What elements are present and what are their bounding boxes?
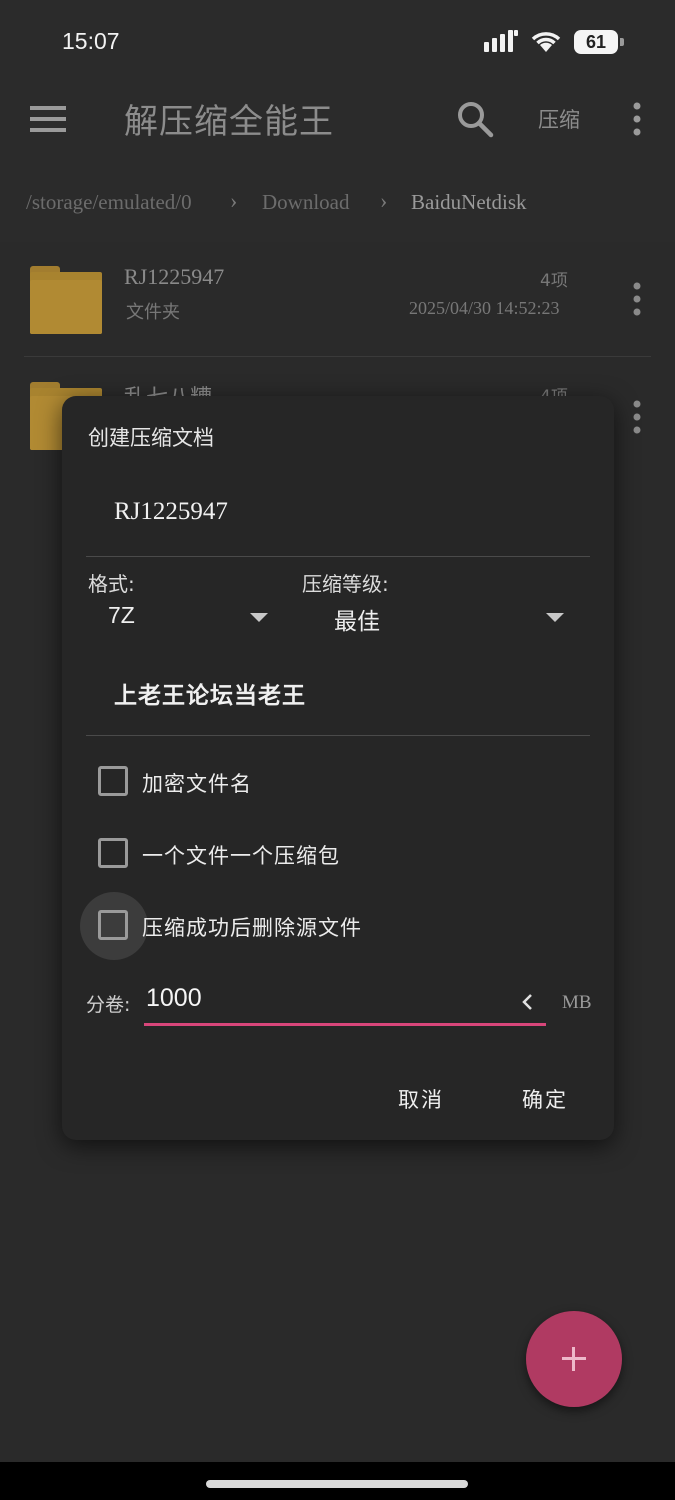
split-label: 分卷: bbox=[86, 994, 131, 1016]
archive-name-input[interactable]: RJ1225947 bbox=[114, 498, 228, 526]
file-date: 2025/04/30 14:52:23 bbox=[409, 298, 560, 318]
breadcrumb-item-current[interactable]: BaiduNetdisk bbox=[411, 190, 527, 215]
folder-icon bbox=[30, 266, 102, 334]
breadcrumb-item-download[interactable]: Download bbox=[262, 190, 350, 215]
dropdown-arrow-icon[interactable] bbox=[546, 613, 564, 622]
file-type: 文件夹 bbox=[126, 302, 180, 323]
toolbar: 解压缩全能王 压缩 bbox=[0, 80, 675, 160]
compress-action-button[interactable]: 压缩 bbox=[538, 104, 580, 134]
format-label: 格式: bbox=[88, 572, 135, 596]
status-time: 15:07 bbox=[62, 28, 120, 54]
split-size-value[interactable]: 1000 bbox=[146, 984, 202, 1013]
checkbox-label: 加密文件名 bbox=[142, 772, 252, 796]
file-name: RJ1225947 bbox=[124, 264, 225, 289]
password-underline bbox=[86, 735, 590, 736]
option-encrypt-filenames[interactable]: 加密文件名 bbox=[88, 756, 568, 806]
split-unit: MB bbox=[562, 992, 592, 1013]
divider bbox=[24, 356, 651, 357]
level-select[interactable]: 最佳 bbox=[334, 602, 380, 636]
wifi-icon bbox=[531, 32, 561, 52]
search-icon[interactable] bbox=[456, 100, 494, 138]
checkbox-label: 一个文件一个压缩包 bbox=[142, 844, 340, 868]
split-size-input[interactable]: 1000 bbox=[144, 982, 546, 1026]
checkbox-label: 压缩成功后删除源文件 bbox=[142, 916, 362, 940]
status-bar: 15:07 61 bbox=[0, 0, 675, 80]
dialog-title: 创建压缩文档 bbox=[88, 426, 214, 450]
option-one-archive-per-file[interactable]: 一个文件一个压缩包 bbox=[88, 828, 568, 878]
battery-level: 61 bbox=[585, 32, 607, 52]
home-indicator[interactable] bbox=[206, 1480, 468, 1488]
signal-icon bbox=[484, 30, 518, 52]
menu-icon[interactable] bbox=[30, 104, 66, 134]
chevron-right-icon: › bbox=[380, 188, 388, 213]
chevron-left-icon[interactable] bbox=[520, 992, 534, 1012]
archive-name-underline bbox=[86, 556, 590, 557]
create-archive-dialog: 创建压缩文档 RJ1225947 格式: 7Z 压缩等级: 最佳 上老王论坛当老… bbox=[62, 396, 614, 1140]
battery-tip bbox=[620, 38, 624, 46]
checkbox[interactable] bbox=[98, 838, 128, 868]
checkbox[interactable] bbox=[98, 766, 128, 796]
dropdown-arrow-icon[interactable] bbox=[250, 613, 268, 622]
chevron-right-icon: › bbox=[230, 188, 238, 213]
split-input-underline bbox=[144, 1023, 546, 1026]
more-vert-icon[interactable] bbox=[628, 100, 646, 140]
checkbox[interactable] bbox=[98, 910, 128, 940]
breadcrumb-item-storage[interactable]: /storage/emulated/0 bbox=[26, 190, 192, 215]
ok-button[interactable]: 确定 bbox=[522, 1084, 568, 1114]
more-vert-icon[interactable] bbox=[628, 280, 646, 320]
more-vert-icon[interactable] bbox=[628, 398, 646, 438]
add-fab-button[interactable] bbox=[526, 1311, 622, 1407]
app-title: 解压缩全能王 bbox=[124, 102, 334, 142]
breadcrumb: /storage/emulated/0 › Download › BaiduNe… bbox=[0, 160, 675, 242]
battery-icon: 61 bbox=[574, 30, 624, 54]
password-input[interactable]: 上老王论坛当老王 bbox=[114, 676, 306, 710]
format-select[interactable]: 7Z bbox=[108, 602, 135, 629]
cancel-button[interactable]: 取消 bbox=[398, 1084, 444, 1114]
file-count: 4项 bbox=[540, 271, 568, 291]
navigation-bar bbox=[0, 1462, 675, 1500]
option-delete-source[interactable]: 压缩成功后删除源文件 bbox=[80, 892, 568, 960]
level-label: 压缩等级: bbox=[302, 572, 389, 596]
